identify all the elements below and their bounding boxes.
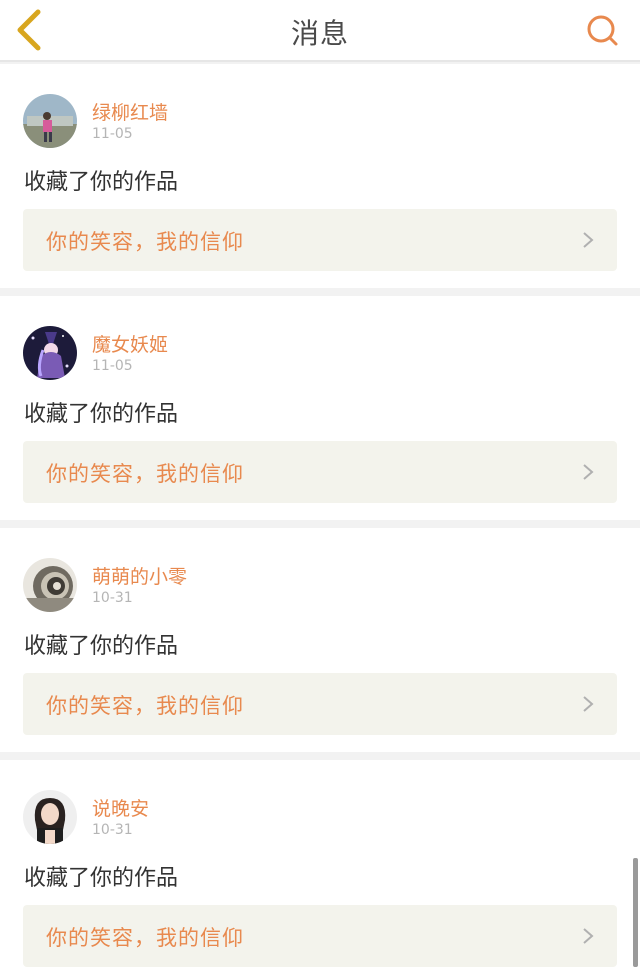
chevron-right-icon bbox=[583, 928, 594, 944]
chevron-right-icon bbox=[583, 232, 594, 248]
scrollbar[interactable] bbox=[633, 858, 638, 967]
chevron-right-icon bbox=[583, 464, 594, 480]
chevron-right-icon bbox=[583, 696, 594, 712]
work-link[interactable]: 你的笑容，我的信仰 bbox=[23, 673, 617, 735]
avatar[interactable] bbox=[23, 790, 77, 844]
message-card: 萌萌的小零 10-31 收藏了你的作品 你的笑容，我的信仰 bbox=[0, 528, 640, 752]
page-title: 消息 bbox=[290, 17, 349, 50]
message-card: 魔女妖姬 11-05 收藏了你的作品 你的笑容，我的信仰 bbox=[0, 296, 640, 520]
work-title: 你的笑容，我的信仰 bbox=[46, 694, 244, 718]
message-date: 10-31 bbox=[92, 822, 133, 838]
action-text: 收藏了你的作品 bbox=[24, 170, 179, 195]
avatar-image bbox=[23, 326, 77, 380]
user-name[interactable]: 萌萌的小零 bbox=[92, 562, 187, 589]
message-date: 11-05 bbox=[92, 126, 133, 142]
action-text: 收藏了你的作品 bbox=[24, 402, 179, 427]
avatar-image bbox=[23, 558, 77, 612]
work-title: 你的笑容，我的信仰 bbox=[46, 230, 244, 254]
action-text: 收藏了你的作品 bbox=[24, 866, 179, 891]
work-link[interactable]: 你的笑容，我的信仰 bbox=[23, 441, 617, 503]
user-name[interactable]: 绿柳红墙 bbox=[92, 98, 168, 125]
avatar[interactable] bbox=[23, 94, 77, 148]
user-name[interactable]: 说晚安 bbox=[92, 794, 149, 821]
search-icon bbox=[587, 15, 618, 46]
message-date: 11-05 bbox=[92, 358, 133, 374]
action-text: 收藏了你的作品 bbox=[24, 634, 179, 659]
avatar-image bbox=[23, 790, 77, 844]
message-card: 说晚安 10-31 收藏了你的作品 你的笑容，我的信仰 bbox=[0, 760, 640, 967]
message-list: 绿柳红墙 11-05 收藏了你的作品 你的笑容，我的信仰 魔女妖姬 11-05 bbox=[0, 64, 640, 967]
avatar[interactable] bbox=[23, 558, 77, 612]
avatar-image bbox=[23, 94, 77, 148]
work-link[interactable]: 你的笑容，我的信仰 bbox=[23, 905, 617, 967]
work-title: 你的笑容，我的信仰 bbox=[46, 926, 244, 950]
top-bar: 消息 bbox=[0, 0, 640, 62]
work-title: 你的笑容，我的信仰 bbox=[46, 462, 244, 486]
search-button[interactable] bbox=[582, 10, 622, 50]
avatar[interactable] bbox=[23, 326, 77, 380]
message-date: 10-31 bbox=[92, 590, 133, 606]
user-name[interactable]: 魔女妖姬 bbox=[92, 330, 168, 357]
message-card: 绿柳红墙 11-05 收藏了你的作品 你的笑容，我的信仰 bbox=[0, 64, 640, 288]
work-link[interactable]: 你的笑容，我的信仰 bbox=[23, 209, 617, 271]
